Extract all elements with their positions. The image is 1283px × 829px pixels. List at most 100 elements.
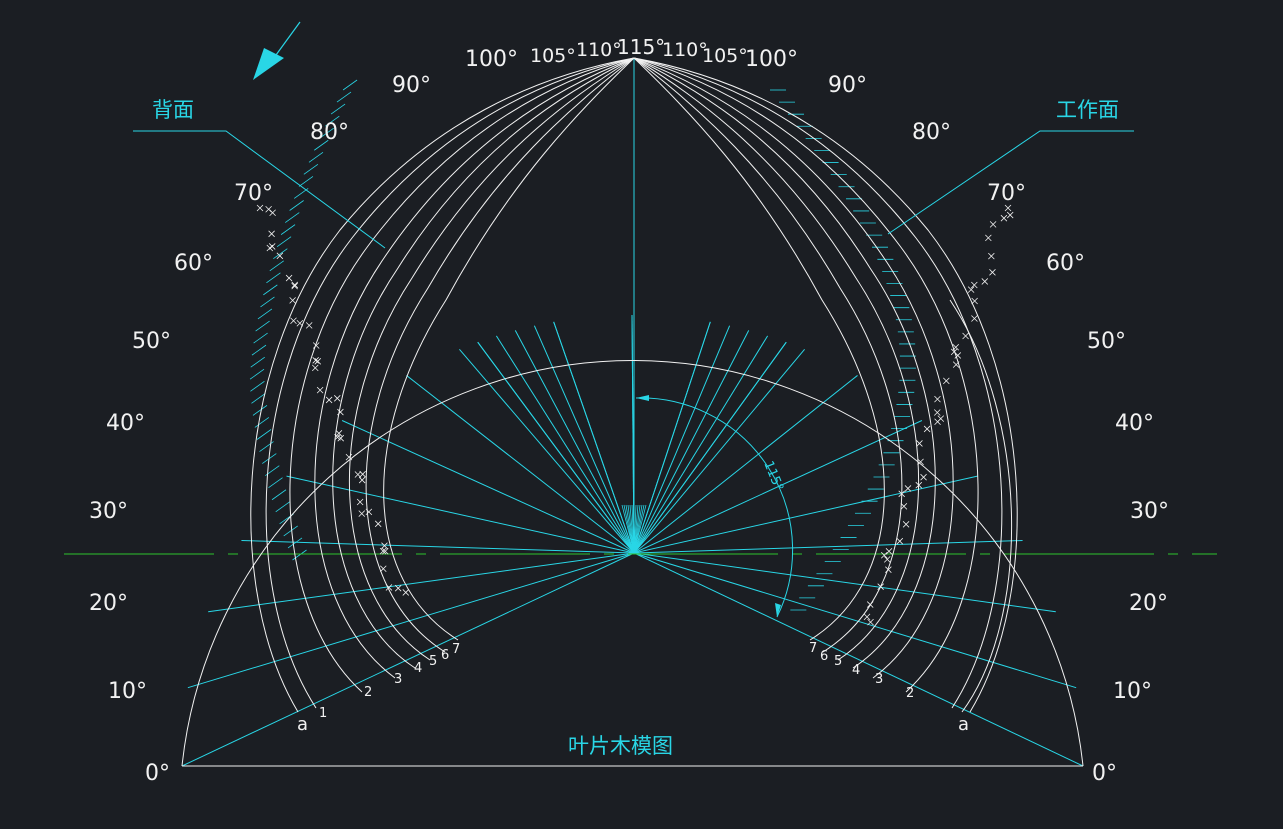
section-label-right-3: 3: [875, 672, 883, 687]
hatch-line-back: [269, 260, 284, 272]
angle-ray: [187, 552, 635, 689]
angle-label-left-80: 80°: [310, 120, 349, 145]
cross-mark: [985, 234, 992, 242]
cross-mark: [365, 508, 373, 516]
hatch-line-back: [285, 212, 300, 223]
angle-label-left-10: 10°: [108, 679, 147, 704]
angle-labels-left: 0° 10° 20° 30° 40° 50° 60° 70° 80° 90° 1…: [89, 35, 665, 786]
cross-mark: [967, 286, 975, 293]
hatch-line-back: [253, 332, 268, 344]
angle-label-right-110: 110°: [662, 39, 708, 61]
angle-label-right-70: 70°: [987, 181, 1026, 206]
hatch-line-back: [298, 176, 314, 187]
hatch-line-back: [275, 501, 290, 513]
angle-ray: [633, 321, 711, 554]
cross-mark: [314, 358, 322, 365]
cross-mark: [290, 317, 297, 325]
cross-mark: [934, 418, 941, 426]
cross-mark: [374, 520, 382, 528]
angle-ray: [633, 325, 731, 554]
section-cross-marks: [256, 204, 1014, 626]
hatch-line-back: [251, 344, 267, 356]
cross-mark: [305, 322, 313, 329]
cross-mark: [379, 565, 387, 573]
cross-mark: [345, 453, 353, 461]
hatch-line-back: [280, 224, 296, 235]
cross-mark: [952, 361, 960, 368]
drawing-title: 叶片木模图: [568, 734, 673, 758]
section-label-right-2: 2: [906, 686, 914, 701]
dimension-arrow-start: [636, 395, 649, 401]
section-curve-left: [348, 57, 635, 661]
section-label-left-2: 2: [364, 685, 372, 700]
angle-label-right-30: 30°: [1130, 499, 1169, 524]
angle-ray: [181, 552, 635, 767]
angle-ray: [208, 552, 635, 613]
angle-ray: [633, 540, 1023, 554]
section-label-left-5: 5: [429, 654, 437, 669]
angle-label-left-60: 60°: [174, 251, 213, 276]
angle-label-left-50: 50°: [132, 329, 171, 354]
cross-mark: [989, 221, 997, 228]
working-face-label: 工作面: [1056, 98, 1119, 122]
hatch-line-back: [249, 368, 265, 380]
angle-label-left-90: 90°: [392, 73, 431, 98]
angle-label-right-90: 90°: [828, 73, 867, 98]
angle-ray: [406, 375, 635, 554]
angle-label-left-30: 30°: [89, 499, 128, 524]
angle-label-right-10: 10°: [1113, 679, 1152, 704]
hatch-line-back: [260, 296, 275, 308]
view-arrow-icon: [253, 48, 284, 80]
cross-mark: [268, 230, 275, 238]
cross-mark: [981, 278, 989, 285]
section-curve-right: [633, 57, 1018, 713]
cross-mark: [989, 269, 996, 276]
cross-mark: [356, 498, 364, 506]
section-label-right-4: 4: [852, 663, 860, 678]
section-curve-left: [289, 57, 635, 693]
cross-mark: [866, 601, 874, 608]
cross-mark: [971, 297, 978, 305]
hatch-line-back: [289, 200, 304, 211]
hatch-line-back: [283, 525, 298, 537]
angle-label-left-0: 0°: [145, 761, 170, 786]
hatch-line-back: [254, 417, 270, 428]
angle-labels-right: 0° 10° 20° 30° 40° 50° 60° 70° 80° 90° 1…: [662, 39, 1169, 786]
angle-ray: [341, 420, 635, 554]
section-curve-right: [633, 57, 903, 653]
cross-mark: [358, 476, 366, 484]
angle-ray: [633, 475, 978, 554]
section-label-right-6: 6: [820, 649, 828, 664]
section-curve-left: [314, 57, 635, 679]
hatch-line-back: [268, 477, 283, 489]
angle-label-top-115: 115°: [617, 35, 665, 59]
angle-ray: [553, 321, 635, 554]
cross-mark: [394, 584, 402, 592]
angle-ray: [633, 330, 750, 554]
angle-label-right-50: 50°: [1087, 329, 1126, 354]
angle-label-left-110: 110°: [576, 39, 622, 61]
cross-mark: [316, 386, 324, 394]
hatch-line-back: [250, 380, 265, 392]
section-curve-left: [250, 57, 635, 713]
section-label-left-1: 1: [319, 706, 327, 721]
section-curve-right: [633, 57, 979, 693]
hatch-line-back: [257, 308, 273, 320]
angle-label-right-80: 80°: [912, 120, 951, 145]
cross-mark: [269, 209, 276, 217]
angle-label-right-60: 60°: [1046, 251, 1085, 276]
section-label-right-7: 7: [809, 641, 817, 656]
section-label-left-a: a: [297, 714, 308, 735]
cross-mark: [904, 485, 912, 492]
section-label-left-6: 6: [441, 648, 449, 663]
section-label-right-a: a: [958, 714, 969, 735]
cross-mark: [402, 589, 410, 596]
cross-mark: [900, 503, 908, 510]
hatch-line-back: [342, 79, 358, 91]
cross-mark: [933, 409, 941, 416]
section-curve-right: [633, 57, 1003, 709]
angle-label-right-40: 40°: [1115, 411, 1154, 436]
hatch-line-back: [336, 91, 352, 103]
hatch-line-back: [273, 248, 288, 260]
cross-mark: [268, 243, 276, 250]
